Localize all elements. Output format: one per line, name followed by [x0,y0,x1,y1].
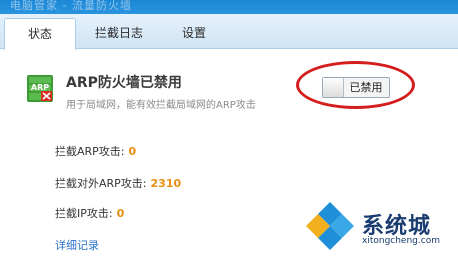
stat-value: 0 [128,145,137,158]
stat-label: 拦截IP攻击: [55,207,113,220]
stat-ip-attacks: 拦截IP攻击: 0 [55,205,124,221]
red-highlight-circle [296,61,415,109]
stat-arp-attacks: 拦截ARP攻击: 0 [55,143,136,159]
stat-value: 0 [116,207,125,220]
tab-settings[interactable]: 设置 [164,18,224,48]
arp-firewall-description: 用于局域网，能有效拦截局域网的ARP攻击 [66,100,256,111]
arp-firewall-title: ARP防火墙已禁用 [66,75,182,91]
watermark-logo-icon [306,202,354,250]
stat-outbound-arp-attacks: 拦截对外ARP攻击: 2310 [55,175,181,191]
watermark-url: xitongcheng.com [362,236,440,246]
title-bar: 电脑管家 - 流量防火墙 [0,0,458,14]
window-title: 电脑管家 - 流量防火墙 [10,0,132,12]
tab-bar: 状态 拦截日志 设置 [0,14,458,50]
svg-text:ARP: ARP [31,83,49,92]
stat-label: 拦截ARP攻击: [55,145,125,158]
tab-status[interactable]: 状态 [4,18,76,50]
stat-label: 拦截对外ARP攻击: [55,177,147,190]
arp-firewall-icon: ARP [27,75,53,102]
details-link[interactable]: 详细记录 [55,237,99,253]
tab-intercept-log[interactable]: 拦截日志 [84,18,154,48]
stat-value: 2310 [150,177,182,190]
